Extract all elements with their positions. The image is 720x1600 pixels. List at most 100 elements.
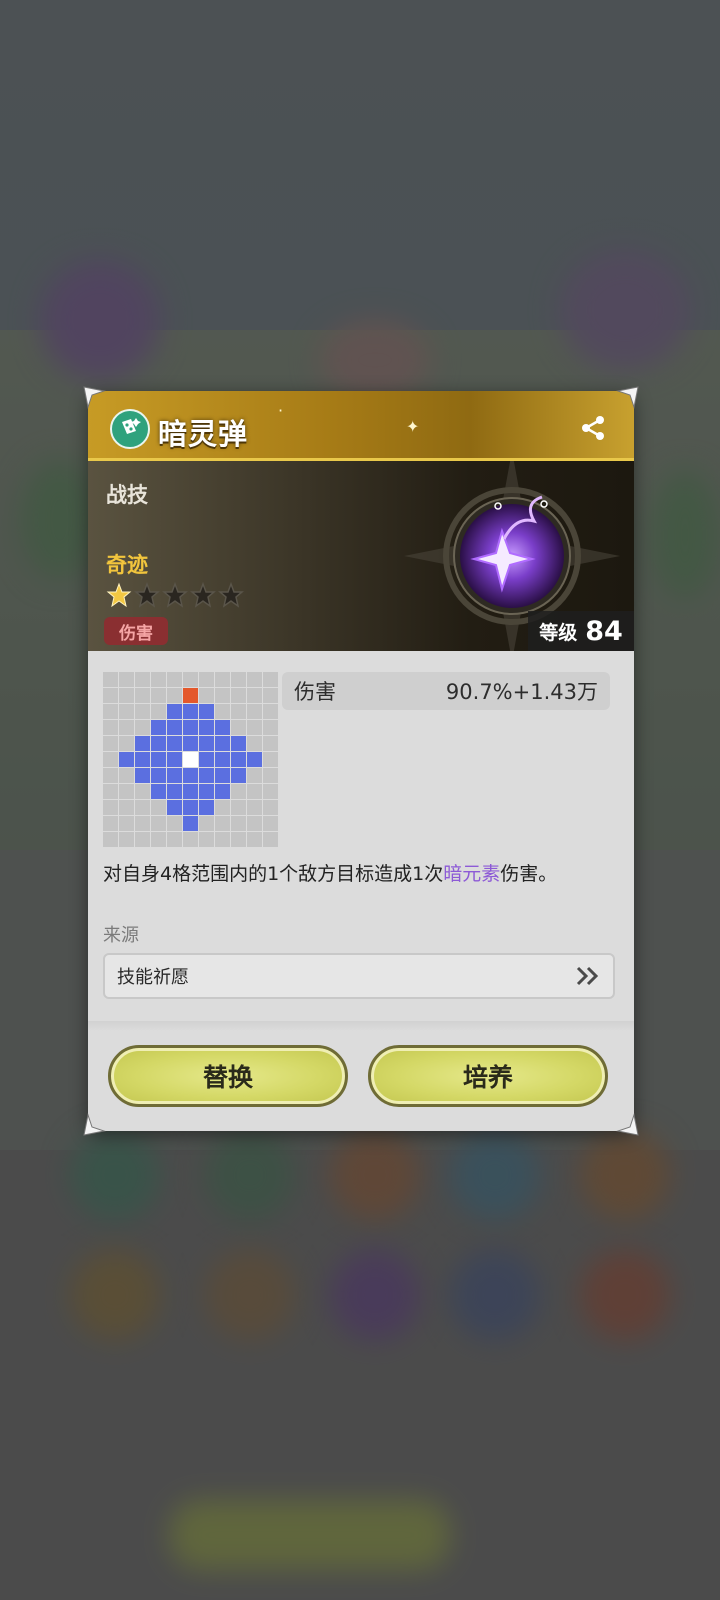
range-cell [215, 784, 230, 799]
corner-ornament-icon [616, 386, 639, 409]
double-chevron-right-icon [576, 966, 599, 986]
grid-cell [247, 736, 262, 751]
grid-cell [151, 800, 166, 815]
card-header: 暗灵弹 · ✦ [88, 391, 634, 461]
train-button[interactable]: 培养 [368, 1045, 608, 1107]
range-cell [215, 736, 230, 751]
range-cell [199, 752, 214, 767]
grid-cell [231, 800, 246, 815]
damage-stat-row: 伤害 90.7%+1.43万 [282, 672, 610, 710]
grid-cell [119, 688, 134, 703]
range-cell [135, 736, 150, 751]
dice-icon [110, 409, 150, 449]
grid-cell [247, 768, 262, 783]
grid-cell [263, 832, 278, 847]
range-cell [183, 704, 198, 719]
level-value: 84 [585, 615, 623, 647]
range-cell [199, 720, 214, 735]
range-cell [167, 784, 182, 799]
grid-cell [135, 800, 150, 815]
star-empty-icon [134, 582, 160, 608]
grid-cell [103, 832, 118, 847]
grid-cell [263, 720, 278, 735]
grid-cell [231, 688, 246, 703]
grid-cell [247, 672, 262, 687]
share-icon[interactable] [578, 413, 608, 443]
range-cell [199, 800, 214, 815]
target-cell [183, 688, 198, 703]
grid-cell [231, 816, 246, 831]
grid-cell [119, 672, 134, 687]
grid-cell [215, 688, 230, 703]
grid-cell [119, 720, 134, 735]
grid-cell [263, 784, 278, 799]
range-cell [199, 768, 214, 783]
grid-cell [103, 672, 118, 687]
grid-cell [247, 720, 262, 735]
grid-cell [199, 832, 214, 847]
grid-cell [119, 832, 134, 847]
grid-cell [103, 816, 118, 831]
source-value: 技能祈愿 [117, 967, 189, 988]
source-link[interactable]: 技能祈愿 [103, 953, 615, 999]
range-cell [135, 768, 150, 783]
attack-range-grid [103, 672, 278, 847]
grid-cell [103, 736, 118, 751]
grid-cell [231, 784, 246, 799]
skill-detail-card: 暗灵弹 · ✦ 战技 奇迹 伤害 等级 84 伤害 90.7%+1.43万 对自… [88, 391, 634, 1131]
grid-cell [247, 704, 262, 719]
grid-cell [263, 688, 278, 703]
description-text-end: 伤害。 [500, 863, 558, 885]
grid-cell [167, 672, 182, 687]
range-cell [183, 720, 198, 735]
range-cell [199, 784, 214, 799]
range-cell [183, 784, 198, 799]
star-empty-icon [190, 582, 216, 608]
grid-cell [247, 784, 262, 799]
range-cell [151, 768, 166, 783]
description-text: 对自身4格范围内的1个敌方目标造成1次 [103, 863, 444, 885]
sparkle-icon: · [278, 401, 284, 420]
range-cell [151, 752, 166, 767]
star-empty-icon [162, 582, 188, 608]
range-cell [183, 768, 198, 783]
star-rating [106, 582, 244, 608]
grid-cell [103, 800, 118, 815]
grid-cell [103, 784, 118, 799]
grid-cell [103, 720, 118, 735]
range-cell [231, 736, 246, 751]
grid-cell [135, 832, 150, 847]
grid-cell [199, 672, 214, 687]
skill-description: 对自身4格范围内的1个敌方目标造成1次暗元素伤害。 [103, 859, 557, 886]
range-cell [247, 752, 262, 767]
grid-cell [215, 704, 230, 719]
grid-cell [215, 816, 230, 831]
grid-cell [263, 800, 278, 815]
grid-cell [119, 768, 134, 783]
grid-cell [263, 816, 278, 831]
grid-cell [135, 720, 150, 735]
stat-value: 90.7%+1.43万 [445, 680, 598, 704]
grid-cell [119, 704, 134, 719]
replace-button[interactable]: 替换 [108, 1045, 348, 1107]
corner-ornament-icon [83, 1113, 106, 1136]
range-cell [167, 752, 182, 767]
grid-cell [247, 816, 262, 831]
grid-cell [215, 832, 230, 847]
grid-cell [103, 704, 118, 719]
grid-cell [135, 704, 150, 719]
grid-cell [151, 832, 166, 847]
grid-cell [247, 800, 262, 815]
range-cell [151, 736, 166, 751]
range-cell [199, 704, 214, 719]
range-cell [167, 768, 182, 783]
grid-cell [263, 752, 278, 767]
self-cell [183, 752, 198, 767]
grid-cell [167, 832, 182, 847]
grid-cell [119, 816, 134, 831]
range-cell [183, 816, 198, 831]
element-keyword: 暗元素 [443, 863, 501, 885]
skill-banner: 战技 奇迹 伤害 等级 84 [88, 461, 634, 651]
range-cell [119, 752, 134, 767]
range-cell [231, 768, 246, 783]
